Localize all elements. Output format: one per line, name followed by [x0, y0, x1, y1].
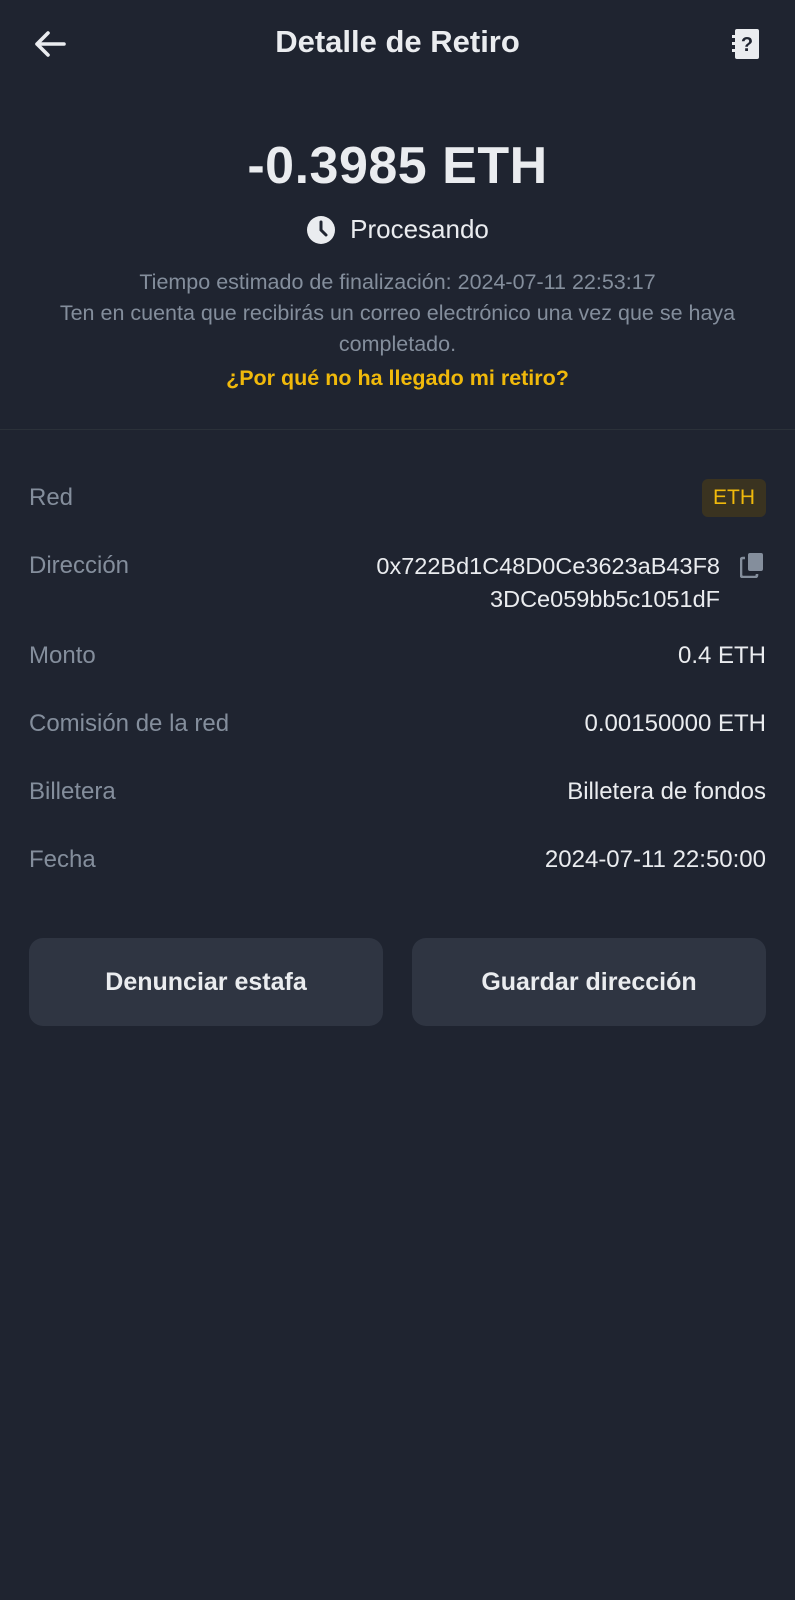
status-indicator: Procesando [0, 214, 795, 245]
amount-label: Monto [29, 642, 96, 669]
detail-row-wallet: Billetera Billetera de fondos [29, 776, 766, 808]
arrow-left-icon [35, 31, 66, 57]
wallet-label: Billetera [29, 778, 116, 805]
address-line-1: 0x722Bd1C48D0Ce3623aB43F8 [376, 553, 720, 579]
help-button[interactable]: ? [727, 24, 767, 64]
header: Detalle de Retiro ? [0, 0, 795, 92]
svg-text:?: ? [741, 34, 753, 56]
report-scam-button[interactable]: Denunciar estafa [29, 938, 383, 1026]
detail-row-fee: Comisión de la red 0.00150000 ETH [29, 708, 766, 740]
wallet-value: Billetera de fondos [567, 778, 766, 805]
address-label: Dirección [29, 552, 130, 579]
copy-address-button[interactable] [740, 552, 766, 582]
address-value: 0x722Bd1C48D0Ce3623aB43F8 3DCe059bb5c105… [376, 550, 720, 616]
clock-icon [306, 215, 336, 245]
detail-row-address: Dirección 0x722Bd1C48D0Ce3623aB43F8 3DCe… [29, 550, 766, 616]
network-badge: ETH [702, 479, 766, 517]
help-document-icon: ? [732, 29, 759, 59]
copy-icon [740, 553, 763, 578]
detail-row-amount: Monto 0.4 ETH [29, 640, 766, 672]
withdrawal-summary: -0.3985 ETH Procesando Tiempo estimado d… [0, 92, 795, 391]
details-list: Red ETH Dirección 0x722Bd1C48D0Ce3623aB4… [0, 430, 795, 876]
fee-value: 0.00150000 ETH [584, 710, 766, 737]
date-label: Fecha [29, 846, 96, 873]
detail-row-network: Red ETH [29, 479, 766, 517]
info-text: Tiempo estimado de finalización: 2024-07… [0, 267, 795, 360]
why-not-arrived-link[interactable]: ¿Por qué no ha llegado mi retiro? [226, 366, 569, 391]
save-address-button[interactable]: Guardar dirección [412, 938, 766, 1026]
action-buttons: Denunciar estafa Guardar dirección [0, 938, 795, 1026]
network-label: Red [29, 484, 74, 511]
withdrawal-detail-screen: Detalle de Retiro ? -0.3985 ETH Procesan… [0, 0, 795, 1600]
fee-label: Comisión de la red [29, 710, 230, 737]
page-title: Detalle de Retiro [275, 24, 520, 59]
detail-row-date: Fecha 2024-07-11 22:50:00 [29, 844, 766, 876]
status-text: Procesando [350, 214, 489, 244]
date-value: 2024-07-11 22:50:00 [544, 846, 766, 873]
address-line-2: 3DCe059bb5c1051dF [490, 586, 720, 612]
email-note: Ten en cuenta que recibirás un correo el… [59, 301, 736, 356]
amount-value: 0.4 ETH [677, 642, 766, 669]
back-button[interactable] [30, 24, 70, 64]
estimated-time: Tiempo estimado de finalización: 2024-07… [139, 270, 656, 294]
withdrawal-amount: -0.3985 ETH [247, 137, 548, 195]
